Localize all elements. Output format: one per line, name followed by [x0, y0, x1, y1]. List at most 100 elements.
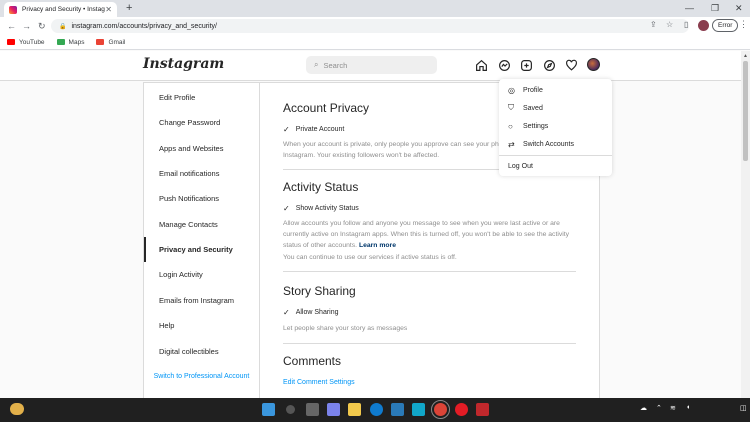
sidebar-item-digital-collectibles[interactable]: Digital collectibles — [144, 339, 259, 364]
file-explorer-icon[interactable] — [348, 403, 361, 416]
dropdown-saved[interactable]: ⛉ Saved — [499, 99, 612, 117]
dropdown-settings[interactable]: ○ Settings — [499, 117, 612, 135]
instagram-logo[interactable]: Instagram — [143, 56, 224, 72]
sidebar-item-email-notifications[interactable]: Email notifications — [144, 161, 259, 186]
sidebar-item-emails-instagram[interactable]: Emails from Instagram — [144, 288, 259, 313]
task-view-icon[interactable] — [306, 403, 319, 416]
scroll-up-icon[interactable]: ▲ — [743, 53, 748, 59]
search-icon: ⌕ — [314, 60, 319, 69]
sidebar-item-manage-contacts[interactable]: Manage Contacts — [144, 212, 259, 237]
app-l-icon[interactable] — [412, 403, 425, 416]
search-input[interactable] — [323, 60, 424, 70]
wifi-icon[interactable]: ≋ — [670, 404, 676, 412]
error-button[interactable]: Error — [712, 19, 739, 32]
switch-professional-link[interactable]: Switch to Professional Account — [144, 371, 259, 382]
browser-toolbar: ← → ↻ 🔒 instagram.com/accounts/privacy_a… — [0, 17, 750, 35]
bookmark-maps[interactable]: Maps — [56, 39, 84, 46]
dropdown-divider — [499, 155, 612, 156]
url-text: instagram.com/accounts/privacy_and_secur… — [71, 22, 217, 30]
page-scrollbar[interactable]: ▲ — [741, 51, 750, 398]
sidebar-item-edit-profile[interactable]: Edit Profile — [144, 85, 259, 110]
bookmark-youtube[interactable]: YouTube — [7, 39, 45, 46]
sidebar-item-login-activity[interactable]: Login Activity — [144, 262, 259, 287]
windows-start-icon[interactable] — [262, 403, 275, 416]
checkmark-icon: ✓ — [283, 308, 290, 317]
maximize-icon[interactable]: ❐ — [711, 1, 719, 15]
activity-status-desc2: You can continue to use our services if … — [283, 254, 457, 261]
back-icon[interactable]: ← — [7, 19, 16, 33]
lock-icon: 🔒 — [59, 23, 67, 30]
side-panel-icon[interactable]: ▯ — [684, 20, 688, 29]
settings-icon: ○ — [508, 121, 513, 131]
opera-icon[interactable] — [455, 403, 468, 416]
sidebar-item-change-password[interactable]: Change Password — [144, 110, 259, 135]
new-post-icon[interactable] — [519, 58, 533, 72]
dropdown-switch-accounts[interactable]: ⇄ Switch Accounts — [499, 135, 612, 153]
search-box[interactable]: ⌕ — [306, 56, 437, 74]
windows-taskbar: ☁ ⌃ ≋ ◖ ◫ — [0, 398, 750, 422]
instagram-page: Instagram ⌕ Edit Profile Change Password… — [0, 51, 741, 398]
profile-icon: ◎ — [508, 85, 515, 95]
sidebar-item-privacy-security[interactable]: Privacy and Security — [144, 237, 259, 262]
search-taskbar-icon[interactable] — [286, 405, 295, 414]
dropdown-profile[interactable]: ◎ Profile — [499, 81, 612, 99]
comments-title: Comments — [283, 354, 342, 368]
bookmark-star-icon[interactable]: ☆ — [666, 20, 673, 29]
forward-icon[interactable]: → — [22, 19, 31, 33]
sidebar-item-help[interactable]: Help — [144, 313, 259, 338]
close-window-icon[interactable]: ✕ — [735, 1, 743, 15]
activity-heart-icon[interactable] — [564, 58, 578, 72]
cloud-icon[interactable]: ☁ — [640, 404, 647, 412]
new-tab-icon[interactable]: + — [126, 2, 132, 15]
instagram-favicon-icon — [9, 5, 17, 14]
sidebar-item-apps-websites[interactable]: Apps and Websites — [144, 136, 259, 161]
profile-avatar[interactable] — [587, 58, 600, 71]
notification-icon[interactable]: ◫ — [740, 404, 747, 412]
story-sharing-desc: Let people share your story as messages — [283, 325, 408, 332]
share-icon[interactable]: ⇪ — [650, 20, 657, 29]
browser-tab-strip: Privacy and Security • Instagram ✕ + — ❐… — [0, 0, 750, 17]
browser-menu-icon[interactable]: ⋮ — [739, 19, 748, 30]
allow-sharing-checkbox[interactable]: ✓ Allow Sharing — [283, 308, 339, 317]
bookmarks-bar: YouTube Maps Gmail — [0, 35, 750, 50]
messenger-icon[interactable] — [497, 58, 511, 72]
explore-icon[interactable] — [542, 58, 556, 72]
checkmark-icon: ✓ — [283, 204, 290, 213]
bookmark-icon: ⛉ — [508, 103, 514, 112]
store-icon[interactable] — [391, 403, 404, 416]
tab-title: Privacy and Security • Instagram — [22, 6, 105, 13]
browser-profile-avatar[interactable] — [698, 20, 709, 31]
activity-status-title: Activity Status — [283, 180, 359, 194]
sidebar-item-push-notifications[interactable]: Push Notifications — [144, 186, 259, 211]
dropdown-logout[interactable]: Log Out — [499, 157, 612, 175]
minimize-icon[interactable]: — — [685, 1, 694, 15]
mcafee-icon[interactable] — [476, 403, 489, 416]
edit-comment-settings-link[interactable]: Edit Comment Settings — [283, 379, 355, 386]
show-activity-checkbox[interactable]: ✓ Show Activity Status — [283, 204, 359, 213]
youtube-icon — [7, 39, 15, 45]
bookmark-gmail[interactable]: Gmail — [96, 39, 125, 46]
scroll-thumb[interactable] — [743, 61, 748, 161]
teams-chat-icon[interactable] — [327, 403, 340, 416]
close-tab-icon[interactable]: ✕ — [105, 5, 112, 14]
edge-icon[interactable] — [370, 403, 383, 416]
browser-tab[interactable]: Privacy and Security • Instagram ✕ — [4, 2, 117, 17]
account-privacy-title: Account Privacy — [283, 101, 370, 115]
switch-accounts-icon: ⇄ — [508, 139, 515, 149]
address-bar[interactable]: 🔒 instagram.com/accounts/privacy_and_sec… — [51, 19, 689, 33]
gmail-icon — [96, 39, 105, 45]
chevron-up-icon[interactable]: ⌃ — [656, 404, 662, 412]
chrome-icon[interactable] — [431, 400, 450, 419]
weather-icon[interactable] — [10, 403, 24, 415]
checkmark-icon: ✓ — [283, 125, 290, 134]
section-divider — [283, 271, 576, 272]
volume-icon[interactable]: ◖ — [686, 404, 690, 411]
maps-icon — [56, 39, 65, 45]
reload-icon[interactable]: ↻ — [38, 19, 46, 33]
learn-more-link[interactable]: Learn more — [359, 242, 396, 249]
story-sharing-title: Story Sharing — [283, 284, 356, 298]
instagram-header: Instagram ⌕ — [0, 51, 741, 81]
home-icon[interactable] — [474, 58, 488, 72]
private-account-checkbox[interactable]: ✓ Private Account — [283, 125, 344, 134]
activity-status-desc: Allow accounts you follow and anyone you… — [283, 220, 570, 249]
